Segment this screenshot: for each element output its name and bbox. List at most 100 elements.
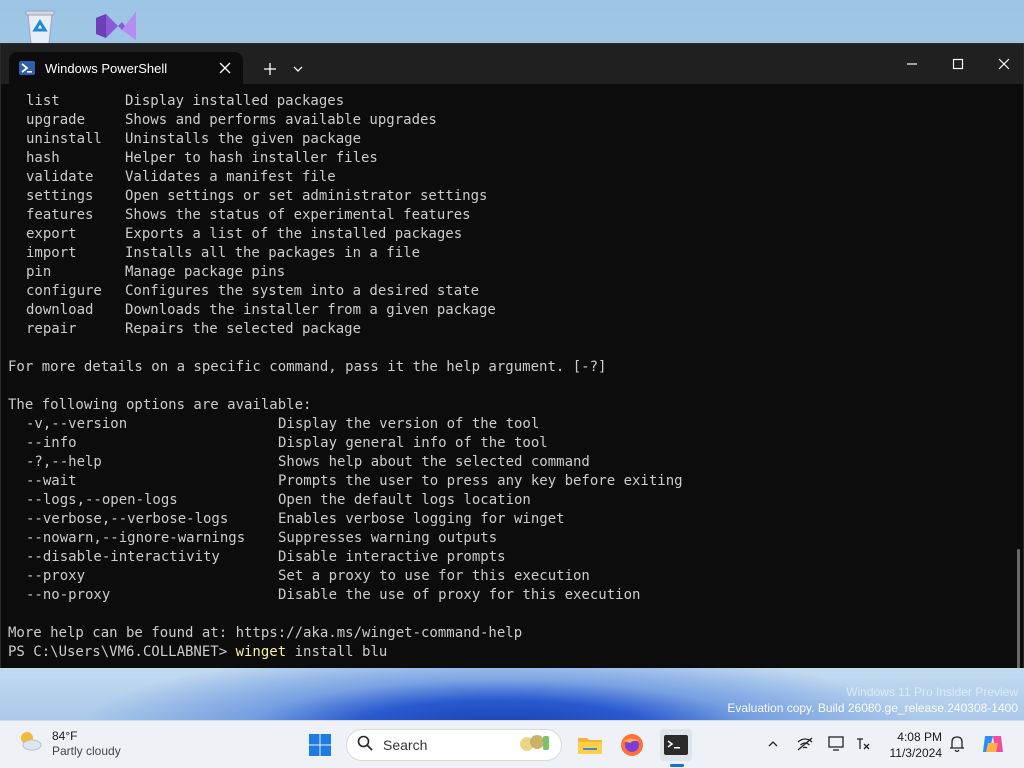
network-icon[interactable] <box>794 733 816 755</box>
plus-icon[interactable] <box>257 56 283 82</box>
desktop-wallpaper: Windows 11 Pro Insider Preview Evaluatio… <box>0 668 1024 720</box>
options-header: The following options are available: <box>8 397 312 413</box>
command-name: export <box>26 226 77 242</box>
command-name: list <box>26 93 60 109</box>
option-description: Prompts the user to press any key before… <box>278 473 683 489</box>
command-row: hash Helper to hash installer files <box>8 149 1008 168</box>
command-row: features Shows the status of experimental… <box>8 206 1008 225</box>
option-row: --logs,--open-logs Open the default logs … <box>8 491 1008 510</box>
option-description: Suppresses warning outputs <box>278 530 498 546</box>
console-output[interactable]: list Display installed packages upgrade Sho… <box>8 92 1008 662</box>
prompt-line: PS C:\Users\VM6.COLLABNET> winget instal… <box>8 643 1008 662</box>
option-row: -v,--version Display the version of the t… <box>8 415 1008 434</box>
tab-windows-powershell[interactable]: Windows PowerShell <box>9 52 243 84</box>
option-name: --no-proxy <box>26 587 111 603</box>
command-row: settings Open settings or set administrat… <box>8 187 1008 206</box>
option-row: --disable-interactivity Disable interacti… <box>8 548 1008 567</box>
firefox-icon[interactable] <box>616 729 648 761</box>
scrollbar[interactable] <box>1017 549 1020 669</box>
option-name: -?,--help <box>26 454 102 470</box>
command-description: Display installed packages <box>125 93 345 109</box>
option-name: --logs,--open-logs <box>26 492 178 508</box>
prompt-command: winget <box>235 644 287 660</box>
search-box[interactable]: Search <box>346 729 562 761</box>
close-icon[interactable] <box>211 54 239 82</box>
chevron-down-icon[interactable] <box>285 56 311 82</box>
command-description: Downloads the installer from a given pac… <box>125 302 496 318</box>
command-row: upgrade Shows and performs available upgr… <box>8 111 1008 130</box>
clock-date: 11/3/2024 <box>889 746 943 760</box>
command-name: configure <box>26 283 102 299</box>
option-row: --no-proxy Disable the use of proxy for t… <box>8 586 1008 605</box>
option-name: -v,--version <box>26 416 128 432</box>
file-explorer-icon[interactable] <box>574 729 606 761</box>
search-label: Search <box>383 737 428 753</box>
visual-studio-icon[interactable] <box>92 6 136 46</box>
command-description: Repairs the selected package <box>125 321 362 337</box>
command-description: Shows and performs available upgrades <box>125 112 437 128</box>
command-row: validate Validates a manifest file <box>8 168 1008 187</box>
option-row: --wait Prompts the user to press any key … <box>8 472 1008 491</box>
option-description: Display the version of the tool <box>278 416 540 432</box>
command-description: Validates a manifest file <box>125 169 336 185</box>
command-row: export Exports a list of the installed pa… <box>8 225 1008 244</box>
search-highlight-icon <box>517 732 553 758</box>
weather-widget[interactable]: 84°F Partly cloudy <box>16 727 121 759</box>
search-icon <box>357 735 373 755</box>
option-row: --info Display general info of the tool <box>8 434 1008 453</box>
prompt-args: install blu <box>286 644 388 660</box>
command-name: features <box>26 207 94 223</box>
title-bar: Windows PowerShell <box>1 44 1023 84</box>
command-description: Configures the system into a desired sta… <box>125 283 480 299</box>
option-name: --proxy <box>26 568 86 584</box>
watermark-edition: Windows 11 Pro Insider Preview <box>846 685 1018 699</box>
option-description: Open the default logs location <box>278 492 531 508</box>
minimize-icon[interactable] <box>889 44 935 84</box>
command-description: Manage package pins <box>125 264 286 280</box>
close-window-icon[interactable] <box>981 44 1024 84</box>
command-name: hash <box>26 150 60 166</box>
tab-title: Windows PowerShell <box>45 60 168 76</box>
command-description: Open settings or set administrator setti… <box>125 188 488 204</box>
option-row: --proxy Set a proxy to use for this execu… <box>8 567 1008 586</box>
option-name: --verbose,--verbose-logs <box>26 511 229 527</box>
active-app-indicator <box>670 764 684 767</box>
command-description: Exports a list of the installed packages <box>125 226 463 242</box>
prompt-path: PS C:\Users\VM6.COLLABNET> <box>8 644 236 660</box>
clock-time: 4:08 PM <box>897 730 942 744</box>
maximize-icon[interactable] <box>935 44 981 84</box>
command-name: validate <box>26 169 94 185</box>
details-line: For more details on a specific command, … <box>8 359 607 375</box>
accessibility-icon[interactable] <box>852 733 874 755</box>
terminal-window: Windows PowerShell list Display installed… <box>0 43 1024 669</box>
help-line: More help can be found at: https://aka.m… <box>8 625 523 641</box>
terminal-icon[interactable] <box>660 729 692 761</box>
command-row: pin Manage package pins <box>8 263 1008 282</box>
option-description: Shows help about the selected command <box>278 454 590 470</box>
command-name: repair <box>26 321 77 337</box>
copilot-icon[interactable] <box>980 731 1006 757</box>
powershell-icon <box>19 60 35 76</box>
recycle-bin-icon[interactable] <box>20 6 60 46</box>
chevron-up-icon[interactable] <box>762 733 784 755</box>
command-row: repair Repairs the selected package <box>8 320 1008 339</box>
bell-icon[interactable] <box>946 733 968 755</box>
system-clock[interactable]: 4:08 PM 11/3/2024 <box>880 729 943 761</box>
windows-start-icon[interactable] <box>308 733 332 757</box>
option-description: Disable the use of proxy for this execut… <box>278 587 641 603</box>
command-description: Helper to hash installer files <box>125 150 378 166</box>
command-description: Uninstalls the given package <box>125 131 362 147</box>
command-name: upgrade <box>26 112 86 128</box>
command-name: download <box>26 302 94 318</box>
command-row: uninstall Uninstalls the given package <box>8 130 1008 149</box>
option-name: --wait <box>26 473 77 489</box>
command-description: Installs all the packages in a file <box>125 245 421 261</box>
option-row: -?,--help Shows help about the selected c… <box>8 453 1008 472</box>
command-description: Shows the status of experimental feature… <box>125 207 471 223</box>
watermark-build: Evaluation copy. Build 26080.ge_release.… <box>727 701 1018 715</box>
display-icon[interactable] <box>826 733 848 755</box>
option-description: Set a proxy to use for this execution <box>278 568 590 584</box>
